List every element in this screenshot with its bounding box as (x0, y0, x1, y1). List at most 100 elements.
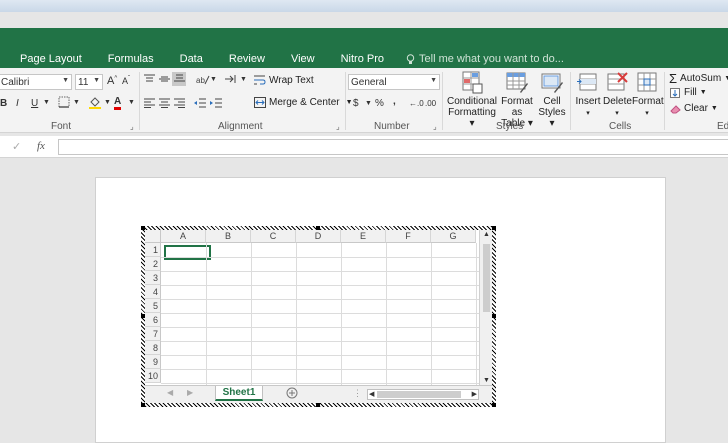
grow-font-button[interactable]: A^ (107, 75, 117, 87)
bold-button[interactable]: B (0, 98, 7, 109)
embedded-spreadsheet-frame[interactable]: ▲ ▼ ◀ ▶ Sheet1 ⋮ ◀ ▶ A B C D E F G 1 2 3 4 5 6 7 8 9 10 (141, 226, 496, 407)
add-sheet-button[interactable] (286, 387, 298, 402)
chevron-down-icon[interactable]: ▼ (128, 99, 135, 106)
row-header[interactable]: 2 (145, 257, 161, 271)
gridline (161, 299, 479, 300)
fill-color-button[interactable] (88, 96, 102, 112)
alignment-dialog-launcher-icon[interactable]: ⌟ (336, 122, 340, 131)
delete-cells-button[interactable]: Delete ▾ (603, 70, 632, 119)
split-handle-icon[interactable]: ⋮ (353, 388, 362, 399)
horizontal-scrollbar[interactable]: ◀ ▶ (367, 389, 479, 400)
font-size-dropdown[interactable]: 11 ▼ (75, 74, 103, 90)
clear-label: Clear (684, 103, 708, 114)
column-header[interactable]: G (431, 230, 476, 243)
scroll-thumb[interactable] (483, 244, 490, 312)
resize-handle[interactable] (316, 403, 320, 407)
chevron-down-icon[interactable]: ▼ (365, 100, 372, 107)
scroll-right-icon[interactable]: ▶ (472, 390, 477, 398)
gridline (476, 243, 477, 385)
fill-button[interactable]: Fill ▼ (670, 87, 707, 98)
cell-styles-button[interactable]: Cell Styles ▾ (537, 70, 567, 129)
comma-style-button[interactable]: , (393, 96, 396, 107)
increase-indent-button[interactable] (210, 98, 222, 111)
clear-button[interactable]: Clear ▼ (670, 103, 718, 114)
row-header[interactable]: 8 (145, 341, 161, 355)
enter-check-icon[interactable]: ✓ (12, 140, 21, 153)
tab-page-layout[interactable]: Page Layout (20, 53, 82, 65)
increase-decimal-button[interactable]: ←.0 (409, 99, 424, 108)
currency-format-button[interactable]: $ (353, 98, 359, 109)
column-header[interactable]: F (386, 230, 431, 243)
scroll-up-icon[interactable]: ▲ (483, 231, 490, 238)
font-name-dropdown[interactable]: Calibri ▼ (0, 74, 72, 90)
insert-function-button[interactable]: fx (37, 140, 45, 152)
select-all-corner[interactable] (145, 230, 161, 243)
row-header[interactable]: 3 (145, 271, 161, 285)
conditional-formatting-button[interactable]: Conditional Formatting ▾ (446, 70, 498, 129)
align-left-button[interactable] (144, 98, 155, 111)
formula-input[interactable] (58, 139, 728, 155)
align-center-button[interactable] (159, 98, 170, 111)
insert-cells-icon (577, 73, 597, 91)
prev-sheet-icon[interactable]: ◀ (167, 388, 173, 397)
tab-formulas[interactable]: Formulas (108, 53, 154, 65)
column-header[interactable]: B (206, 230, 251, 243)
decrease-indent-button[interactable] (194, 98, 206, 111)
shrink-font-button[interactable]: Aˇ (122, 76, 130, 86)
row-header[interactable]: 9 (145, 355, 161, 369)
row-header[interactable]: 6 (145, 313, 161, 327)
row-header[interactable]: 1 (145, 243, 161, 257)
number-format-dropdown[interactable]: General ▼ (348, 74, 440, 90)
column-header[interactable]: E (341, 230, 386, 243)
scroll-left-icon[interactable]: ◀ (369, 390, 374, 398)
underline-button[interactable]: U (31, 98, 38, 109)
tab-nitro-pro[interactable]: Nitro Pro (341, 53, 384, 65)
resize-handle[interactable] (492, 314, 496, 318)
row-header[interactable]: 7 (145, 327, 161, 341)
top-align-button[interactable] (144, 74, 155, 87)
middle-align-button[interactable] (159, 74, 170, 87)
borders-button[interactable] (58, 96, 70, 111)
scroll-down-icon[interactable]: ▼ (483, 377, 490, 384)
column-header[interactable]: A (161, 230, 206, 243)
font-size-value: 11 (78, 76, 89, 88)
chevron-down-icon[interactable]: ▼ (73, 99, 80, 106)
column-header[interactable]: C (251, 230, 296, 243)
number-dialog-launcher-icon[interactable]: ⌟ (433, 122, 437, 131)
bottom-align-button[interactable] (172, 72, 186, 86)
vertical-scrollbar[interactable]: ▲ ▼ (479, 230, 492, 385)
insert-cells-button[interactable]: Insert ▾ (573, 70, 603, 119)
merge-center-button[interactable]: Merge & Center ▼ (254, 97, 353, 108)
chevron-down-icon: ▼ (699, 89, 707, 96)
chevron-down-icon[interactable]: ▼ (210, 76, 217, 83)
row-header[interactable]: 10 (145, 369, 161, 383)
percent-style-button[interactable]: % (375, 98, 384, 109)
resize-handle[interactable] (492, 403, 496, 407)
chevron-down-icon[interactable]: ▼ (43, 99, 50, 106)
format-cells-button[interactable]: Format ▾ (632, 70, 664, 119)
wrap-text-button[interactable]: Wrap Text (254, 75, 314, 86)
sheet-tab-sheet1[interactable]: Sheet1 (215, 386, 263, 401)
align-right-button[interactable] (174, 98, 185, 111)
next-sheet-icon[interactable]: ▶ (187, 388, 193, 397)
indent-direction-button[interactable] (224, 74, 236, 87)
embedded-spreadsheet[interactable]: ▲ ▼ ◀ ▶ Sheet1 ⋮ ◀ ▶ A B C D E F G 1 2 3 4 5 6 7 8 9 10 (145, 230, 492, 403)
tab-review[interactable]: Review (229, 53, 265, 65)
resize-handle[interactable] (492, 226, 496, 230)
chevron-down-icon[interactable]: ▼ (240, 76, 247, 83)
italic-button[interactable]: I (16, 98, 19, 109)
tab-data[interactable]: Data (180, 53, 203, 65)
column-header[interactable]: D (296, 230, 341, 243)
decrease-decimal-button[interactable]: .00 (425, 99, 436, 108)
scroll-thumb[interactable] (377, 391, 461, 398)
tab-view[interactable]: View (291, 53, 315, 65)
row-header[interactable]: 5 (145, 299, 161, 313)
autosum-button[interactable]: Σ AutoSum ▼ (669, 71, 728, 86)
font-dialog-launcher-icon[interactable]: ⌟ (130, 122, 134, 131)
row-header[interactable]: 4 (145, 285, 161, 299)
chevron-down-icon[interactable]: ▼ (104, 99, 111, 106)
tell-me-box[interactable]: Tell me what you want to do... (406, 53, 564, 65)
orientation-button[interactable]: ab (196, 74, 210, 88)
font-color-button[interactable]: A (114, 96, 122, 110)
resize-handle[interactable] (141, 403, 145, 407)
